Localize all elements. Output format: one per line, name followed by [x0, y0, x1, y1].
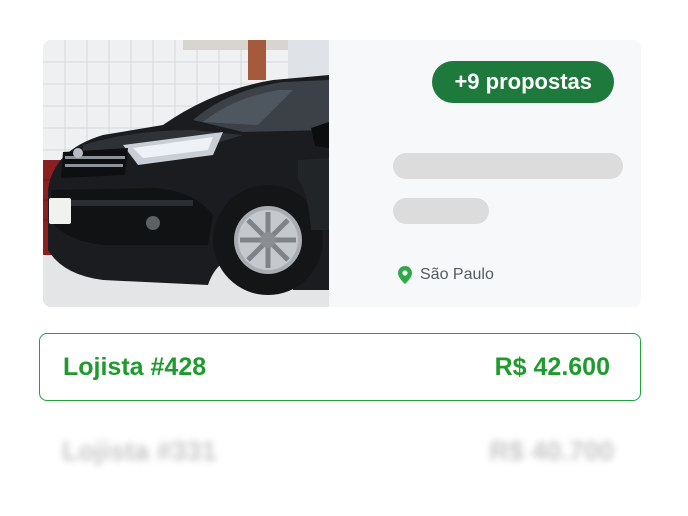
- car-photo: [43, 40, 329, 307]
- offer-price: R$ 40.700: [489, 436, 614, 466]
- store-name: Lojista #331: [62, 436, 217, 466]
- offer-row-highlighted[interactable]: Lojista #428 R$ 42.600: [39, 333, 641, 401]
- proposals-badge[interactable]: +9 propostas: [432, 61, 614, 103]
- location: São Paulo: [398, 266, 494, 284]
- map-pin-icon: [398, 266, 412, 284]
- listing-info: +9 propostas São Paulo: [329, 40, 641, 307]
- subtitle-skeleton: [393, 198, 489, 224]
- store-name: Lojista #428: [63, 353, 207, 381]
- location-label: São Paulo: [420, 266, 494, 283]
- offer-price: R$ 42.600: [494, 353, 610, 381]
- vehicle-listing[interactable]: +9 propostas São Paulo: [43, 40, 641, 307]
- offer-row-blurred: Lojista #331 R$ 40.700: [39, 418, 639, 484]
- offer-card: +9 propostas São Paulo Lojista #428 R$ 4…: [0, 0, 688, 516]
- title-skeleton: [393, 153, 623, 179]
